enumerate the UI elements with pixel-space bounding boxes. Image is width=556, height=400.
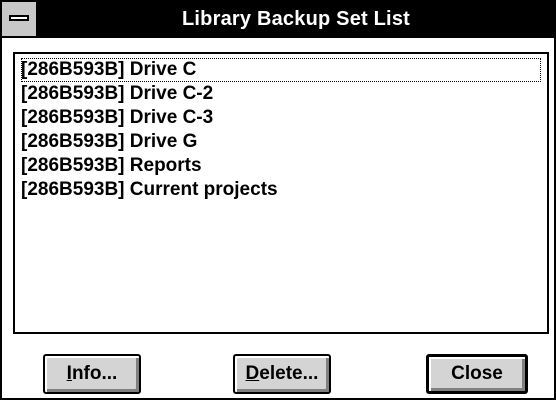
close-button[interactable]: Close	[426, 354, 528, 394]
list-item[interactable]: [286B593B] Drive C-3	[21, 106, 541, 130]
list-item[interactable]: [286B593B] Drive C-2	[21, 82, 541, 106]
library-backup-set-list-dialog: Library Backup Set List [286B593B] Drive…	[0, 0, 556, 400]
info-button-label: nfo...	[71, 363, 118, 384]
list-item[interactable]: [286B593B] Current projects	[21, 178, 541, 202]
info-button[interactable]: Info...	[43, 354, 141, 394]
window-title: Library Backup Set List	[182, 8, 410, 30]
delete-button[interactable]: Delete...	[233, 354, 331, 394]
list-item[interactable]: [286B593B] Reports	[21, 154, 541, 178]
list-item[interactable]: [286B593B] Drive C	[21, 58, 541, 82]
close-button-label: Close	[451, 363, 503, 384]
system-menu-icon[interactable]	[2, 2, 38, 36]
delete-button-label: elete...	[259, 363, 319, 384]
system-menu-bar	[9, 15, 29, 21]
list-item[interactable]: [286B593B] Drive G	[21, 130, 541, 154]
delete-button-mnemonic: D	[245, 363, 260, 384]
title-bar: Library Backup Set List	[2, 2, 554, 38]
backup-set-listbox[interactable]: [286B593B] Drive C [286B593B] Drive C-2 …	[13, 52, 549, 334]
